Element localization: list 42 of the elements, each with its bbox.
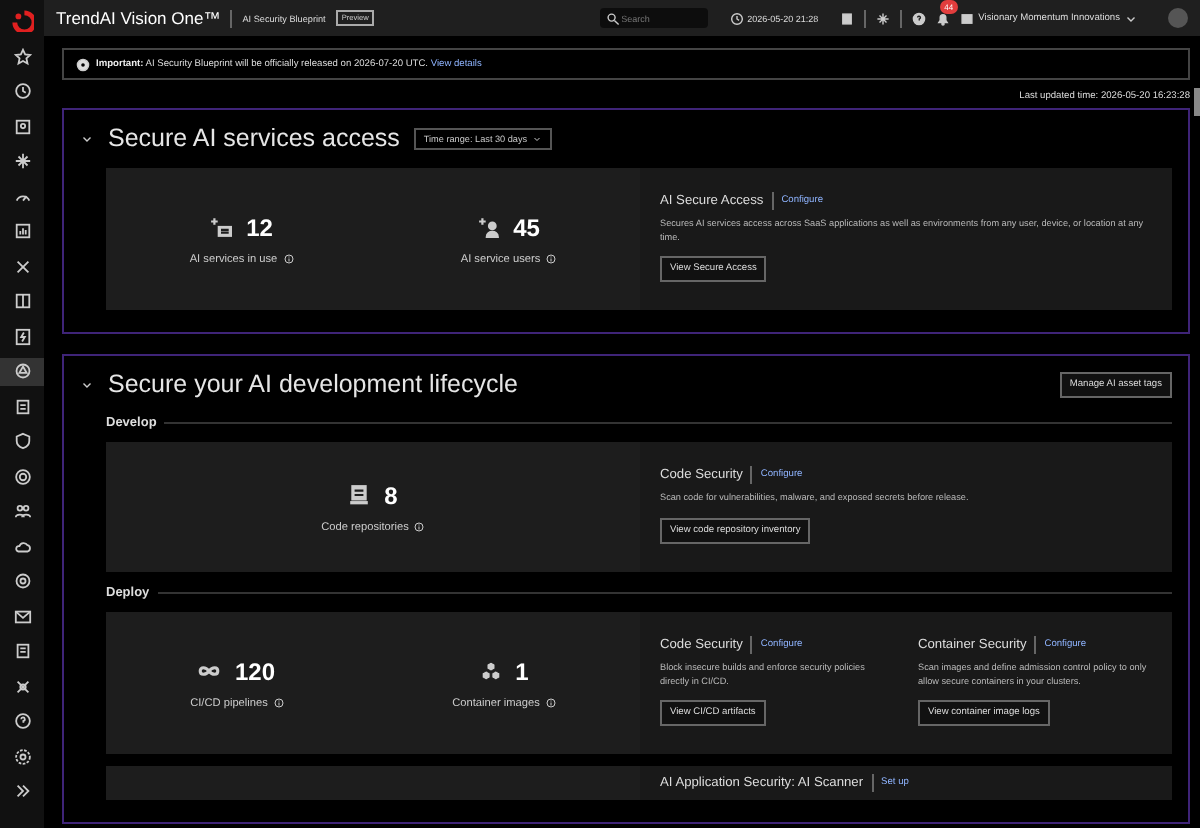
- sparkle-icon: [13, 152, 31, 171]
- mail-icon: [13, 607, 31, 626]
- star-icon: [13, 47, 31, 66]
- clock-icon: [13, 82, 31, 101]
- info-icon[interactable]: [414, 522, 425, 533]
- stat-value: 8: [384, 481, 398, 510]
- product-title: TrendAI Vision One™: [56, 8, 221, 28]
- info-icon[interactable]: [273, 698, 284, 709]
- sparkle-user-icon: [477, 216, 500, 239]
- sparkle-icon[interactable]: [876, 11, 891, 25]
- help-icon: [13, 712, 31, 731]
- shield-icon: [13, 432, 31, 451]
- chevron-down-icon: [531, 133, 542, 143]
- cloud-icon: [13, 537, 31, 556]
- info-icon[interactable]: [546, 254, 557, 265]
- sparkle-list-icon: [210, 216, 233, 239]
- double-chevron-icon: [13, 782, 31, 801]
- cubes-icon: [479, 660, 502, 683]
- search-icon: [605, 11, 620, 25]
- chart-icon: [13, 222, 31, 241]
- info-icon[interactable]: [283, 254, 294, 265]
- cross-icon: [13, 257, 31, 276]
- section-title: Secure AI services access: [108, 124, 400, 152]
- help-icon[interactable]: [912, 11, 927, 25]
- panel-icon: [13, 292, 31, 311]
- logo-icon: [10, 8, 34, 32]
- info-icon[interactable]: [545, 698, 556, 709]
- clock-icon: [729, 11, 744, 25]
- scrollbar-thumb[interactable]: [1194, 88, 1200, 116]
- target-icon: [13, 467, 31, 486]
- stat-value: 45: [513, 213, 540, 242]
- sidebar-item[interactable]: [0, 357, 44, 386]
- bell-icon[interactable]: [936, 11, 951, 25]
- stat-value: 120: [234, 657, 276, 686]
- clipboard-icon: [13, 642, 31, 661]
- section-title: Secure your AI development lifecycle: [108, 370, 518, 399]
- stat-value: 12: [246, 213, 273, 242]
- bolt-icon: [13, 327, 31, 346]
- stat-value: 1: [515, 657, 529, 686]
- people-icon: [13, 502, 31, 521]
- server-icon: [348, 484, 371, 507]
- settings-icon: [13, 747, 31, 766]
